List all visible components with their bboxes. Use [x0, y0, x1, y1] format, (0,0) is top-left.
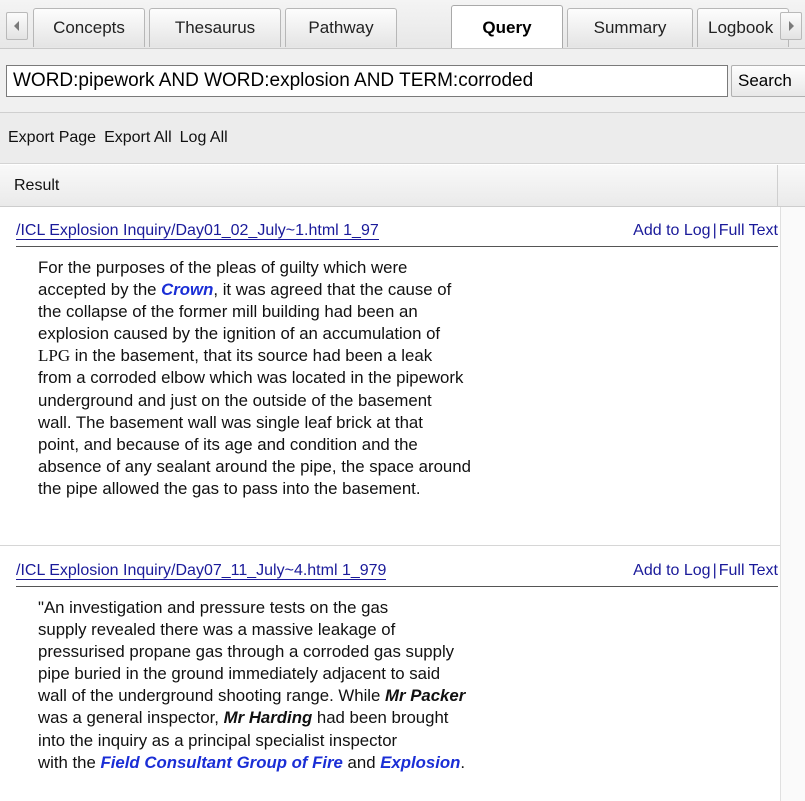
snippet-text: wall of the underground shooting range. …: [38, 686, 386, 706]
snippet-line: from a corroded elbow which was located …: [38, 367, 658, 389]
tab-strip: Concepts Thesaurus Pathway Query Summary…: [33, 0, 805, 48]
snippet-text: in the basement, that its source had bee…: [70, 346, 433, 366]
tab-scroll-right-button[interactable]: [780, 12, 802, 40]
column-divider[interactable]: [777, 165, 778, 207]
snippet-line: supply revealed there was a massive leak…: [38, 619, 658, 641]
snippet-text: point, and because of its age and condit…: [38, 434, 418, 454]
snippet-line: point, and because of its age and condit…: [38, 434, 658, 456]
app-window: Concepts Thesaurus Pathway Query Summary…: [0, 0, 805, 801]
arrow-left-icon: [14, 21, 19, 31]
snippet-text: had been brought: [312, 708, 449, 728]
result-column-header[interactable]: Result: [0, 165, 805, 207]
tab-query[interactable]: Query: [451, 5, 563, 48]
emphasized-term: Mr Packer: [385, 686, 466, 706]
snippet-line: wall of the underground shooting range. …: [38, 685, 658, 707]
snippet-line: wall. The basement wall was single leaf …: [38, 412, 658, 434]
snippet-line: pipe buried in the ground immediately ad…: [38, 663, 658, 685]
snippet-line: accepted by the Crown, it was agreed tha…: [38, 279, 658, 301]
result-snippet: For the purposes of the pleas of guilty …: [38, 257, 658, 500]
add-to-log-link[interactable]: Add to Log: [633, 222, 710, 239]
snippet-text: , it was agreed that the cause of: [213, 280, 452, 300]
search-button[interactable]: Search: [731, 65, 805, 97]
result-column-label: Result: [14, 177, 60, 194]
result-actions: Add to Log | Full Text: [633, 222, 778, 240]
full-text-link[interactable]: Full Text: [719, 562, 778, 579]
highlighted-term: Field Consultant Group of Fire: [100, 752, 343, 772]
result-snippet: "An investigation and pressure tests on …: [38, 597, 658, 774]
snippet-text: absence of any sealant around the pipe, …: [38, 456, 471, 476]
action-separator: |: [712, 222, 717, 239]
snippet-text: the collapse of the former mill building…: [38, 302, 418, 322]
highlighted-term: Explosion: [380, 752, 461, 772]
snippet-text: "An investigation and pressure tests on …: [38, 598, 389, 617]
tab-scroll-left-button[interactable]: [6, 12, 28, 40]
tab-bar: Concepts Thesaurus Pathway Query Summary…: [0, 0, 805, 49]
tab-pathway[interactable]: Pathway: [285, 8, 397, 47]
snippet-text: pipe buried in the ground immediately ad…: [38, 664, 441, 684]
snippet-line: For the purposes of the pleas of guilty …: [38, 257, 658, 279]
snippet-text: with the: [38, 752, 101, 772]
snippet-text: For the purposes of the pleas of guilty …: [38, 258, 408, 277]
tab-thesaurus[interactable]: Thesaurus: [149, 8, 281, 47]
snippet-text: supply revealed there was a massive leak…: [38, 620, 396, 640]
snippet-line: into the inquiry as a principal speciali…: [38, 730, 658, 752]
highlighted-term: Crown: [161, 280, 214, 300]
snippet-line: with the Field Consultant Group of Fire …: [38, 752, 658, 774]
result-separator: [0, 545, 780, 546]
snippet-text: .: [460, 752, 466, 772]
snippet-text: the pipe allowed the gas to pass into th…: [38, 478, 421, 498]
log-all-button[interactable]: Log All: [180, 129, 228, 147]
snippet-text: LPG: [38, 346, 71, 366]
snippet-line: the collapse of the former mill building…: [38, 301, 658, 323]
full-text-link[interactable]: Full Text: [719, 222, 778, 239]
result-item: /ICL Explosion Inquiry/Day01_02_July~1.h…: [0, 207, 780, 547]
results-list: /ICL Explosion Inquiry/Day01_02_July~1.h…: [0, 207, 805, 801]
result-header: /ICL Explosion Inquiry/Day07_11_July~4.h…: [16, 562, 778, 587]
snippet-line: the pipe allowed the gas to pass into th…: [38, 478, 658, 500]
snippet-line: underground and just on the outside of t…: [38, 390, 658, 412]
arrow-right-icon: [789, 21, 794, 31]
snippet-line: explosion caused by the ignition of an a…: [38, 323, 658, 345]
snippet-line: LPG in the basement, that its source had…: [38, 345, 658, 367]
action-separator: |: [712, 562, 717, 579]
snippet-line: was a general inspector, Mr Harding had …: [38, 707, 658, 729]
add-to-log-link[interactable]: Add to Log: [633, 562, 710, 579]
snippet-text: accepted by the: [38, 280, 162, 300]
snippet-text: explosion caused by the ignition of an a…: [38, 324, 441, 344]
search-bar: Search: [0, 49, 805, 113]
result-header: /ICL Explosion Inquiry/Day01_02_July~1.h…: [16, 222, 778, 247]
result-toolbar: Export Page Export All Log All: [0, 113, 805, 164]
emphasized-term: Mr Harding: [223, 708, 313, 728]
export-page-button[interactable]: Export Page: [8, 129, 96, 147]
snippet-line: "An investigation and pressure tests on …: [38, 597, 658, 619]
tab-concepts[interactable]: Concepts: [33, 8, 145, 47]
snippet-text: was a general inspector,: [38, 708, 224, 728]
export-all-button[interactable]: Export All: [104, 129, 172, 147]
snippet-text: from a corroded elbow which was located …: [38, 368, 464, 388]
snippet-text: underground and just on the outside of t…: [38, 390, 432, 410]
result-item: /ICL Explosion Inquiry/Day07_11_July~4.h…: [12, 547, 780, 801]
snippet-text: and: [342, 752, 381, 772]
tab-logbook[interactable]: Logbook: [697, 8, 789, 47]
snippet-line: absence of any sealant around the pipe, …: [38, 456, 658, 478]
snippet-text: pressurised propane gas through a corrod…: [38, 642, 455, 662]
snippet-text: into the inquiry as a principal speciali…: [38, 730, 398, 750]
result-actions: Add to Log | Full Text: [633, 562, 778, 580]
query-input[interactable]: [6, 65, 728, 97]
document-link[interactable]: /ICL Explosion Inquiry/Day01_02_July~1.h…: [16, 222, 379, 240]
snippet-text: wall. The basement wall was single leaf …: [38, 412, 423, 432]
tab-summary[interactable]: Summary: [567, 8, 693, 47]
document-link[interactable]: /ICL Explosion Inquiry/Day07_11_July~4.h…: [16, 562, 387, 580]
snippet-line: pressurised propane gas through a corrod…: [38, 641, 658, 663]
results-scrollbar[interactable]: [780, 207, 805, 801]
